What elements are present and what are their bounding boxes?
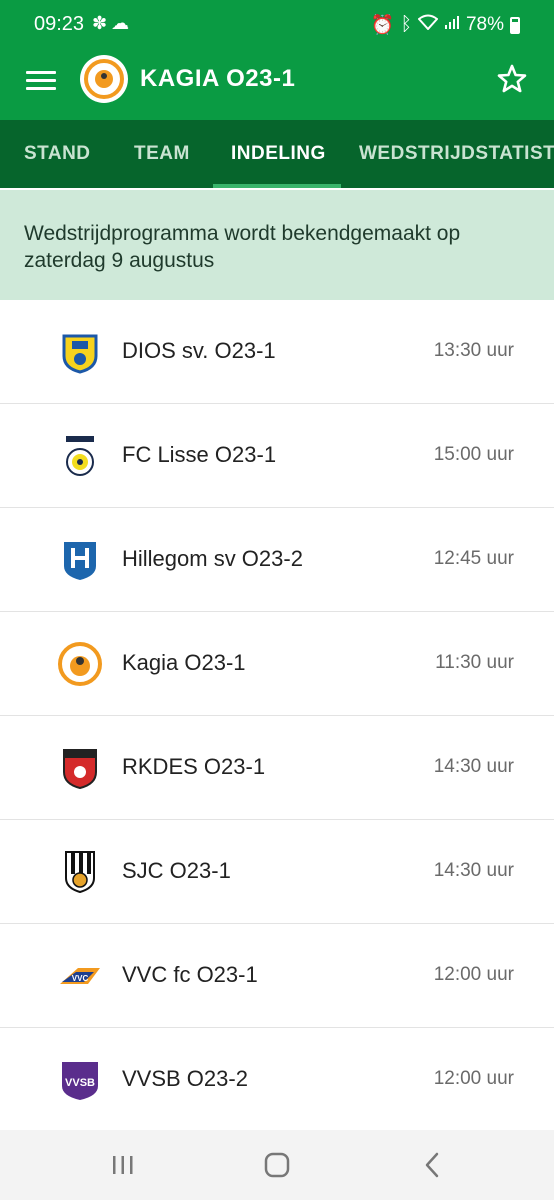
page-title: KAGIA O23-1 xyxy=(140,65,296,92)
star-icon xyxy=(497,64,527,93)
match-time: 14:30 uur xyxy=(433,860,514,881)
team-name: FC Lisse O23-1 xyxy=(122,442,277,467)
app-bar: KAGIA O23-1 xyxy=(0,50,554,120)
rkdes-logo-icon xyxy=(63,749,97,790)
schedule-notice-text: Wedstrijdprogramma wordt bekendgemaakt o… xyxy=(24,222,461,272)
system-nav-bar xyxy=(0,1130,554,1200)
signal-icon xyxy=(444,14,460,36)
list-item[interactable]: DIOS sv. O23-1 13:30 uur xyxy=(0,300,554,404)
active-tab-indicator xyxy=(213,184,341,188)
hillegom-logo-icon xyxy=(64,542,96,580)
back-icon xyxy=(425,1152,439,1178)
menu-button[interactable] xyxy=(26,68,56,98)
match-time: 14:30 uur xyxy=(433,756,514,777)
tab-bar: STAND TEAM INDELING WEDSTRIJDSTATISTIEK xyxy=(0,120,554,188)
dios-logo-icon xyxy=(62,334,98,374)
match-time: 11:30 uur xyxy=(435,652,514,673)
match-time: 13:30 uur xyxy=(433,340,514,361)
list-item[interactable]: VVSB VVSB O23-2 12:00 uur xyxy=(0,1028,554,1132)
team-name: DIOS sv. O23-1 xyxy=(122,338,276,363)
match-time: 12:00 uur xyxy=(433,1068,514,1089)
schedule-notice: Wedstrijdprogramma wordt bekendgemaakt o… xyxy=(0,190,554,300)
fc-lisse-logo-icon xyxy=(66,436,94,476)
kagia-logo-icon xyxy=(58,642,102,686)
team-name: Kagia O23-1 xyxy=(122,650,246,675)
team-name: VVSB O23-2 xyxy=(122,1066,248,1091)
home-button[interactable] xyxy=(260,1148,294,1182)
match-time: 15:00 uur xyxy=(433,444,514,465)
notification-icons: ✽☁ xyxy=(92,13,134,33)
tab-stand[interactable]: STAND xyxy=(24,120,91,188)
list-item[interactable]: Kagia O23-1 11:30 uur xyxy=(0,612,554,716)
battery-icon xyxy=(510,16,520,34)
team-name: VVC fc O23-1 xyxy=(122,962,258,987)
back-button[interactable] xyxy=(416,1148,450,1182)
system-icons: ⏰ ᛒ 78% xyxy=(371,13,520,37)
match-time: 12:00 uur xyxy=(433,964,514,985)
hamburger-icon xyxy=(26,71,56,74)
tab-team[interactable]: TEAM xyxy=(134,120,190,188)
wifi-icon xyxy=(417,14,439,36)
svg-text:VVC: VVC xyxy=(72,974,89,983)
status-bar: 09:23 ✽☁ ⏰ ᛒ 78% xyxy=(0,0,554,50)
list-item[interactable]: VVC VVC fc O23-1 12:00 uur xyxy=(0,924,554,1028)
team-name: Hillegom sv O23-2 xyxy=(122,546,303,571)
status-time: 09:23 xyxy=(34,13,85,35)
list-item[interactable]: RKDES O23-1 14:30 uur xyxy=(0,716,554,820)
list-item[interactable]: Hillegom sv O23-2 12:45 uur xyxy=(0,508,554,612)
team-list: DIOS sv. O23-1 13:30 uur FC Lisse O23-1 … xyxy=(0,300,554,1132)
vvsb-logo-icon: VVSB xyxy=(62,1062,98,1100)
club-logo xyxy=(80,55,128,103)
home-icon xyxy=(264,1152,290,1178)
team-name: SJC O23-1 xyxy=(122,858,231,883)
svg-text:VVSB: VVSB xyxy=(65,1077,95,1089)
tab-wedstrijdstatistiek[interactable]: WEDSTRIJDSTATISTIEK xyxy=(359,120,554,188)
match-time: 12:45 uur xyxy=(433,548,514,569)
list-item[interactable]: FC Lisse O23-1 15:00 uur xyxy=(0,404,554,508)
sjc-logo-icon xyxy=(65,851,95,894)
bluetooth-icon: ᛒ xyxy=(400,14,412,35)
battery-level: 78% xyxy=(465,14,504,35)
recent-apps-icon xyxy=(113,1156,133,1174)
list-item[interactable]: SJC O23-1 14:30 uur xyxy=(0,820,554,924)
alarm-icon: ⏰ xyxy=(370,15,395,36)
recent-apps-button[interactable] xyxy=(106,1148,140,1182)
tab-indeling[interactable]: INDELING xyxy=(231,120,326,188)
vvc-logo-icon: VVC xyxy=(60,968,100,984)
favorite-button[interactable] xyxy=(496,63,528,95)
team-name: RKDES O23-1 xyxy=(122,754,266,779)
